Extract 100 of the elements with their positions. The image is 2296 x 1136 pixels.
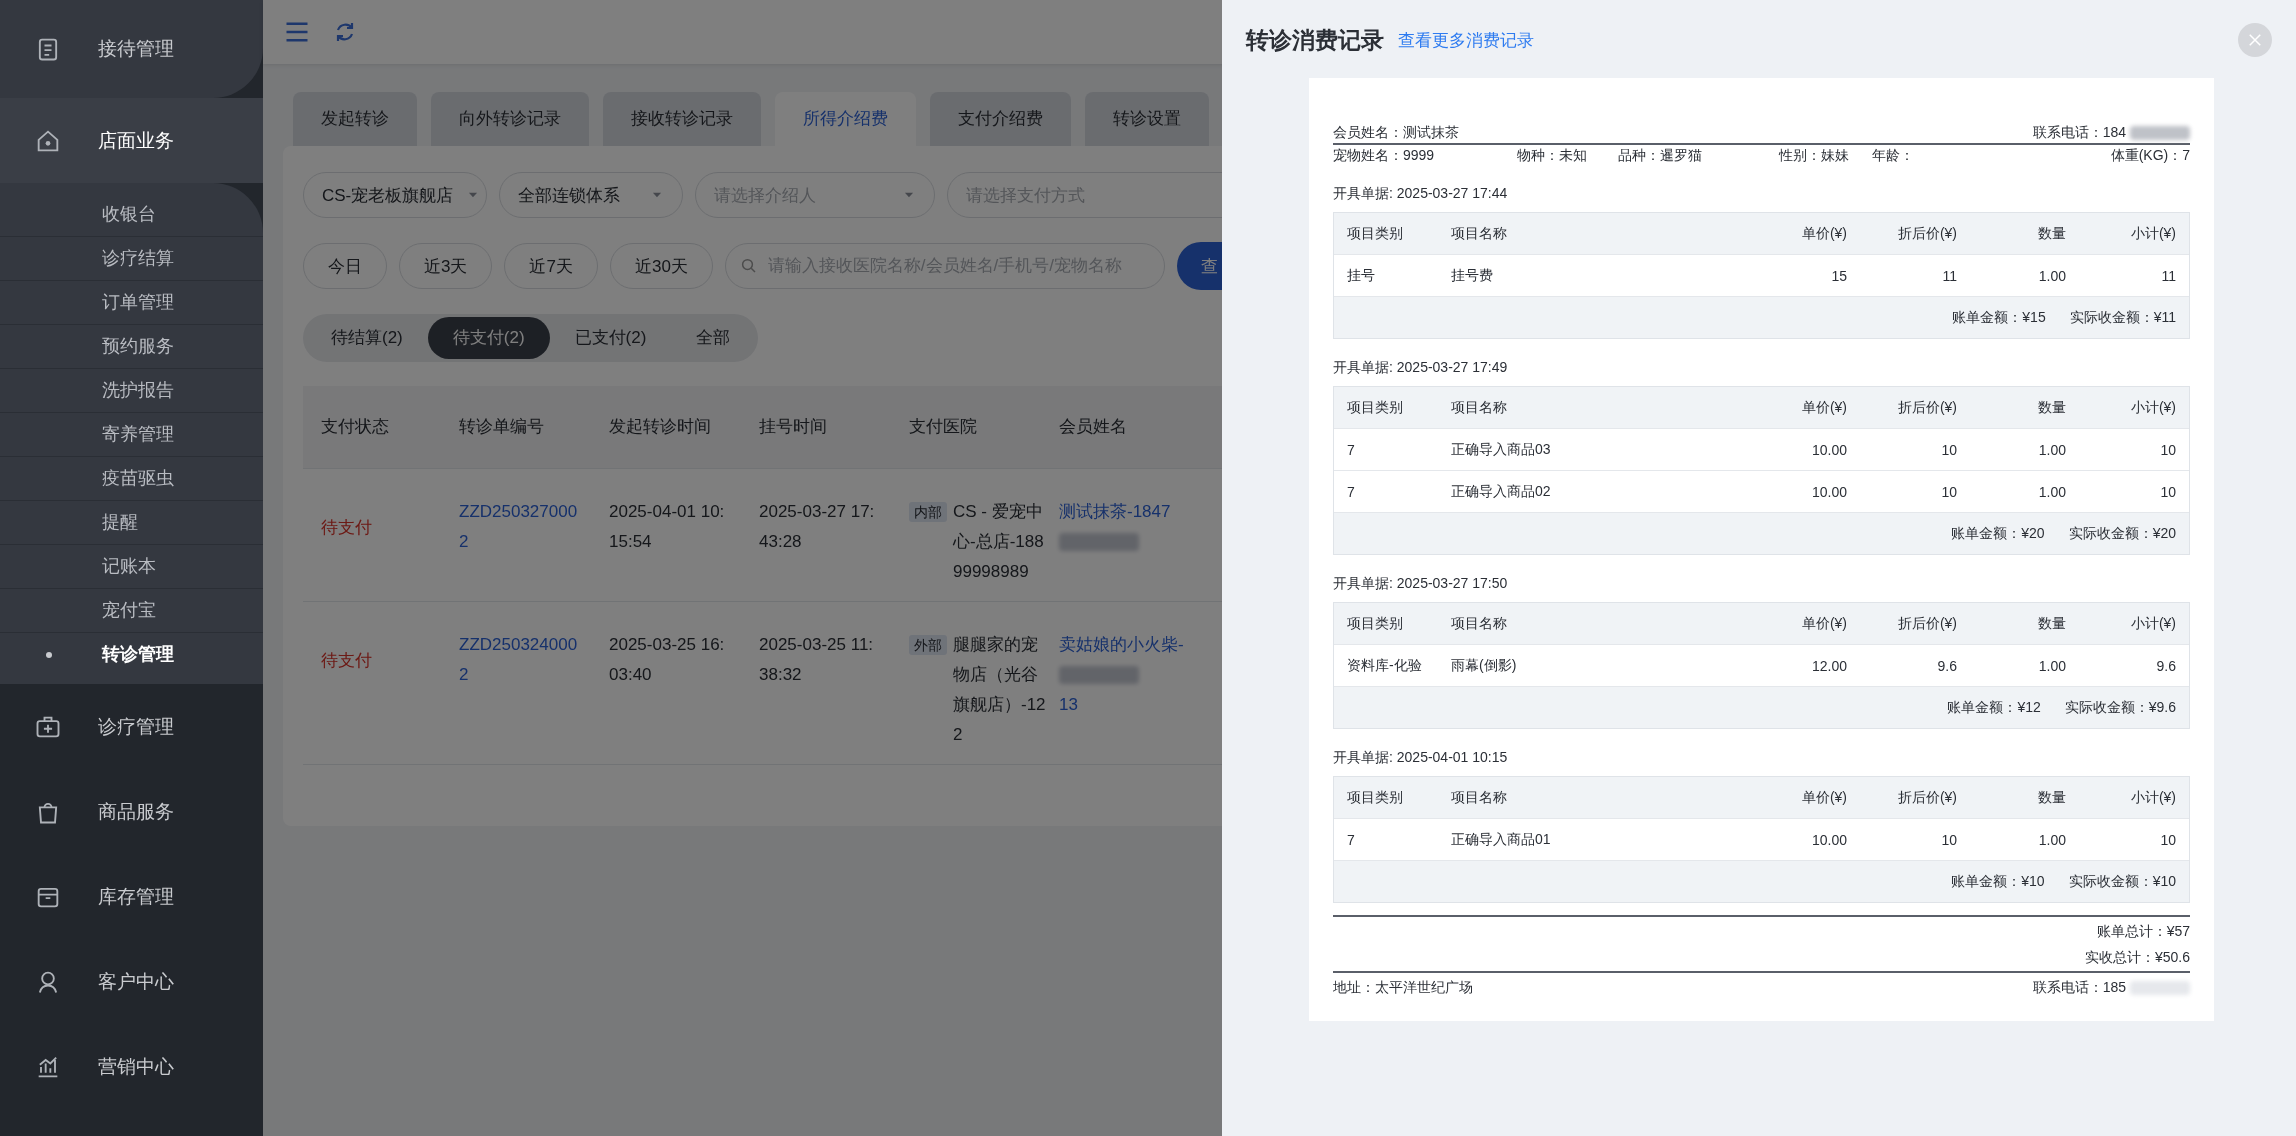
tab[interactable]: 所得介绍费 [775, 92, 916, 146]
member-link[interactable]: 测试抹茶-1847 [1059, 497, 1171, 527]
drawer-title: 转诊消费记录 [1246, 25, 1384, 55]
actual-amount: 实际收金额：¥10 [2068, 872, 2176, 891]
column-header: 折后价(¥) [1896, 788, 1958, 807]
column-header: 小计(¥) [2129, 398, 2177, 417]
phone-number: 联系电话：184 [2032, 124, 2126, 142]
table-cell-text: 10.00 [1810, 441, 1848, 458]
column-header: 项目类别 [1346, 224, 1404, 243]
table-cell-text: 10 [1940, 441, 1958, 458]
column-header: 项目类别 [1346, 614, 1404, 633]
sidebar-item[interactable]: 诊疗管理 [98, 713, 174, 740]
actual-total: 实收总计：¥50.6 [2084, 949, 2190, 967]
tab[interactable]: 支付介绍费 [930, 92, 1071, 146]
redacted-mark [2130, 981, 2190, 995]
member-link[interactable]: 13 [1059, 690, 1078, 720]
sidebar-item[interactable]: 接待管理 [98, 36, 174, 62]
status-tab[interactable]: 已支付(2) [549, 317, 672, 359]
tab[interactable]: 向外转诊记录 [431, 92, 589, 146]
pet-field: 体重(KG)：7 [2110, 147, 2190, 165]
sidebar-item[interactable]: 店面业务 [98, 127, 174, 154]
status-tab[interactable]: 待结算(2) [306, 317, 428, 359]
close-icon [2246, 31, 2264, 49]
column-header: 项目名称 [1451, 398, 1508, 417]
table-cell-text: 7 [1346, 483, 1356, 500]
table-cell-text: 7 [1346, 441, 1356, 458]
column-header: 单价(¥) [1800, 614, 1848, 633]
submenu-item[interactable]: 提醒 [0, 501, 263, 545]
tab[interactable]: 转诊设置 [1085, 92, 1209, 146]
table-cell-text: 1.00 [2037, 483, 2067, 500]
submenu-item[interactable]: 宠付宝 [0, 589, 263, 633]
submenu-item[interactable]: 洗护报告 [0, 369, 263, 413]
table-cell-text: 1.00 [2037, 657, 2067, 674]
tag: 内部 [909, 502, 947, 522]
submenu-item[interactable]: 记账本 [0, 545, 263, 589]
more-records-link[interactable]: 查看更多消费记录 [1398, 28, 1534, 52]
sidebar-item[interactable]: 商品服务 [98, 798, 174, 825]
pet-field: 物种：未知 [1517, 147, 1618, 165]
table-cell-text: 15 [1830, 267, 1848, 284]
actual-amount: 实际收金额：¥20 [2068, 524, 2176, 543]
close-button[interactable] [2238, 23, 2272, 57]
table-cell-text: 10 [2159, 441, 2177, 458]
column-header: 单价(¥) [1800, 398, 1848, 417]
column-header: 支付医院 [909, 416, 978, 438]
column-header: 折后价(¥) [1896, 614, 1958, 633]
table-cell-text: 挂号费 [1451, 266, 1494, 285]
sidebar-item[interactable]: 营销中心 [98, 1053, 174, 1080]
column-header: 小计(¥) [2129, 614, 2177, 633]
table-cell-text: 2025-03-25 11:38:32 [759, 634, 875, 686]
submenu-item[interactable]: 预约服务 [0, 325, 263, 369]
tag: 外部 [909, 635, 947, 655]
table-cell-text: 11 [2160, 267, 2177, 284]
submenu-item[interactable]: 寄养管理 [0, 413, 263, 457]
table-cell-text: 1.00 [2037, 831, 2067, 848]
date-button[interactable]: 近7天 [504, 243, 598, 289]
redacted-mark [2130, 126, 2190, 140]
table-cell-text: 9.6 [1936, 657, 1958, 674]
column-header: 支付状态 [320, 416, 390, 438]
phone-number: 联系电话：185 [2032, 979, 2126, 997]
order-link[interactable]: ZZD2503240002 [459, 630, 579, 690]
table-cell-text: 资料库-化验 [1346, 656, 1423, 675]
column-header: 数量 [2037, 398, 2067, 417]
bill-date: 开具单据: 2025-03-27 17:50 [1333, 575, 1509, 593]
table-cell-text: 雨幕(倒影) [1451, 656, 1518, 675]
column-header: 折后价(¥) [1896, 224, 1958, 243]
bill-date: 开具单据: 2025-03-27 17:44 [1333, 185, 1509, 203]
status-text: 待支付 [321, 650, 372, 672]
tab[interactable]: 接收转诊记录 [603, 92, 761, 146]
order-link[interactable]: ZZD2503270002 [459, 497, 579, 557]
column-header: 数量 [2037, 788, 2067, 807]
column-header: 会员姓名 [1059, 416, 1128, 438]
date-button[interactable]: 近30天 [609, 243, 713, 289]
status-tab[interactable]: 待支付(2) [427, 317, 550, 359]
submenu-item[interactable]: 收银台 [0, 193, 263, 237]
actual-amount: 实际收金额：¥9.6 [2064, 698, 2176, 717]
table-cell-text: 12.00 [1810, 657, 1848, 674]
sidebar-item[interactable]: 客户中心 [98, 968, 174, 995]
submenu-item[interactable]: 转诊管理 [0, 633, 263, 676]
date-button[interactable]: 近3天 [399, 243, 493, 289]
table-cell-text: 2025-03-27 17:43:28 [759, 501, 876, 553]
tab[interactable]: 发起转诊 [293, 92, 417, 146]
submenu-item[interactable]: 订单管理 [0, 281, 263, 325]
status-tab[interactable]: 全部 [671, 317, 756, 359]
table-cell-text: 10 [1940, 483, 1958, 500]
member-name: 会员姓名：测试抹茶 [1333, 124, 1459, 142]
search-icon [739, 257, 758, 275]
table-cell-text: 10.00 [1810, 831, 1848, 848]
pet-field: 性别：妹妹 [1779, 147, 1872, 165]
submenu-item[interactable]: 诊疗结算 [0, 237, 263, 281]
column-header: 转诊单编号 [459, 416, 545, 438]
submenu-item[interactable]: 疫苗驱虫 [0, 457, 263, 501]
table-cell-text: 1.00 [2037, 267, 2067, 284]
table-cell-text: 1.00 [2037, 441, 2067, 458]
date-button[interactable]: 今日 [303, 243, 387, 289]
column-header: 项目名称 [1451, 614, 1508, 633]
actual-amount: 实际收金额：¥11 [2069, 308, 2176, 327]
member-link[interactable]: 卖姑娘的小火柴- [1059, 630, 1184, 660]
column-header: 折后价(¥) [1896, 398, 1958, 417]
sidebar-item[interactable]: 库存管理 [98, 883, 174, 910]
column-header: 数量 [2037, 224, 2067, 243]
